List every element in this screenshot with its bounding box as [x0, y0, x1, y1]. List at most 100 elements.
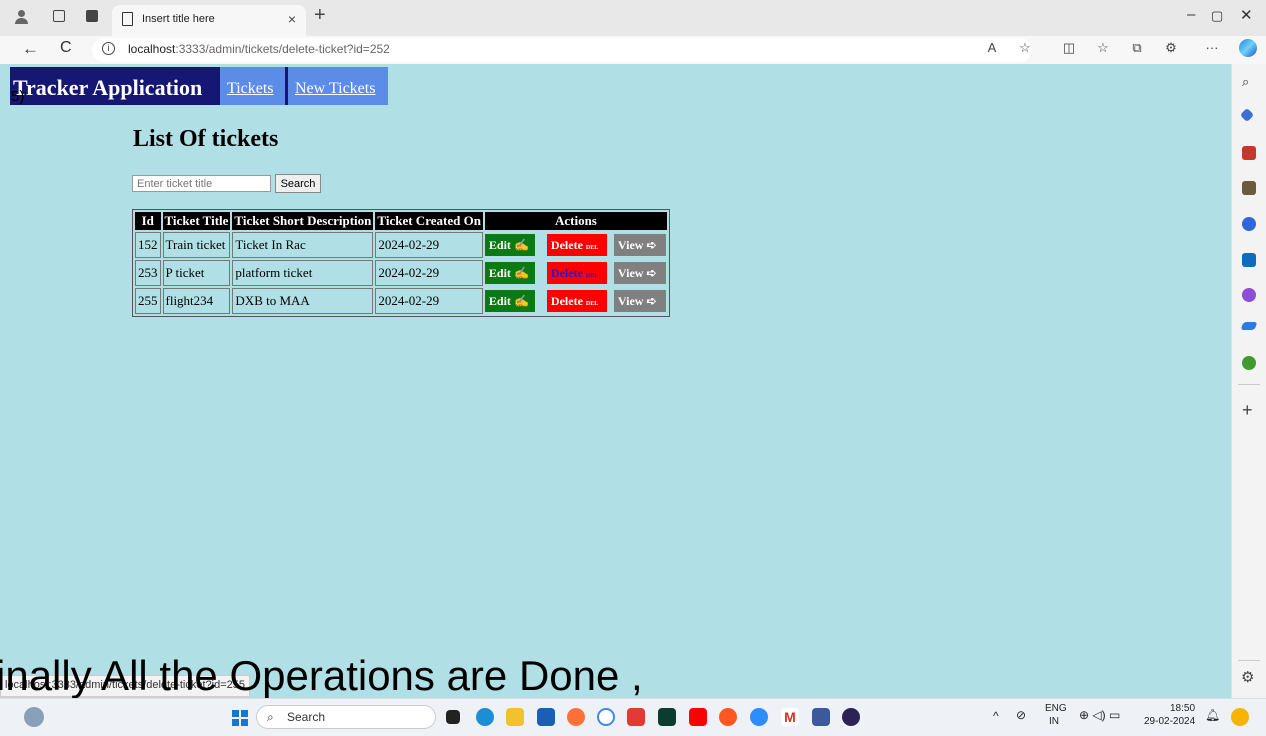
cell-actions: Edit ✍ Delete DEL View ➪ — [484, 260, 667, 286]
column-header-description: Ticket Short Description — [232, 212, 374, 230]
collections-icon[interactable]: ⧉ — [1130, 41, 1144, 55]
tab-actions-icon[interactable] — [86, 10, 98, 22]
ticket-search-input[interactable] — [132, 175, 271, 192]
address-bar[interactable]: i localhost:3333/admin/tickets/delete-ti… — [92, 38, 1032, 62]
writing-hand-icon: ✍ — [513, 238, 529, 252]
tab-title: Insert title here — [142, 13, 215, 25]
mail-icon[interactable] — [537, 708, 555, 726]
cell-id: 253 — [135, 260, 161, 286]
nav-link-new-tickets[interactable]: New Tickets — [288, 67, 388, 105]
send-icon[interactable] — [1240, 322, 1258, 330]
sidebar-settings-icon[interactable]: ⚙ — [1241, 668, 1254, 686]
site-info-icon[interactable]: i — [102, 42, 115, 55]
edit-button[interactable]: Edit ✍ — [484, 290, 535, 312]
network-sound-battery-icons[interactable]: ⊕ ◁) ▭ — [1079, 708, 1120, 722]
gmail-icon[interactable]: M — [781, 708, 799, 726]
view-button[interactable]: View ➪ — [613, 290, 666, 312]
arrow-right-icon: ➪ — [646, 238, 657, 252]
more-icon[interactable]: ··· — [1205, 41, 1219, 55]
weather-icon[interactable] — [24, 707, 44, 727]
del-tag: DEL — [585, 245, 599, 251]
vpn-icon[interactable] — [627, 708, 645, 726]
copilot-icon[interactable] — [1239, 39, 1257, 57]
tray-overflow-chevron[interactable]: ^ — [993, 709, 999, 723]
cell-created: 2024-02-29 — [375, 260, 483, 286]
tickets-table: Id Ticket Title Ticket Short Description… — [132, 209, 670, 317]
brand-overlay-text: 5) — [11, 88, 25, 105]
language-top[interactable]: ENG — [1045, 703, 1067, 714]
favorites-icon[interactable]: ☆ — [1096, 41, 1110, 55]
new-tab-button[interactable]: + — [314, 4, 326, 27]
tab-close-button[interactable]: × — [288, 11, 296, 27]
edge-icon[interactable] — [476, 708, 494, 726]
search-button[interactable]: Search — [275, 174, 321, 193]
arrow-right-icon: ➪ — [646, 294, 657, 308]
task-view-icon[interactable] — [446, 710, 460, 724]
cell-title: Train ticket — [162, 232, 231, 258]
page-viewport: Tracker Application 5) Tickets New Ticke… — [0, 64, 1231, 698]
sidebar-divider — [1238, 384, 1260, 385]
delete-button[interactable]: Delete DEL — [546, 290, 607, 312]
edit-button[interactable]: Edit ✍ — [484, 262, 535, 284]
column-header-created: Ticket Created On — [375, 212, 483, 230]
eclipse-icon[interactable] — [842, 708, 860, 726]
workspaces-icon[interactable] — [53, 10, 65, 22]
del-tag: DEL — [585, 301, 599, 307]
copilot-taskbar-icon[interactable] — [1231, 708, 1249, 726]
outlook-icon[interactable] — [1242, 253, 1256, 267]
minimize-button[interactable]: – — [1187, 6, 1195, 23]
hackerrank-icon[interactable] — [658, 708, 676, 726]
browser-tab-strip: Insert title here × + – ▢ ✕ — [0, 0, 1266, 36]
extensions-icon[interactable]: ⚙ — [1164, 41, 1178, 55]
cell-actions: Edit ✍ Delete DEL View ➪ — [484, 288, 667, 314]
read-aloud-icon[interactable]: A — [985, 41, 999, 55]
browser-tab[interactable]: Insert title here × — [112, 5, 306, 36]
zoom-icon[interactable] — [750, 708, 768, 726]
clock-time[interactable]: 18:50 — [1170, 703, 1195, 714]
view-button[interactable]: View ➪ — [613, 262, 666, 284]
office-icon[interactable] — [1242, 217, 1256, 231]
favorite-star-icon[interactable]: ☆ — [1018, 41, 1032, 55]
taskbar-search[interactable]: ⌕ Search — [256, 705, 436, 729]
writing-hand-icon: ✍ — [513, 266, 529, 280]
nav-link-tickets[interactable]: Tickets — [220, 67, 285, 105]
table-row: 152 Train ticket Ticket In Rac 2024-02-2… — [135, 232, 667, 258]
search-icon[interactable]: ⌕ — [1242, 74, 1256, 89]
maximize-button[interactable]: ▢ — [1211, 8, 1223, 24]
cell-title: P ticket — [162, 260, 231, 286]
games-icon[interactable] — [1242, 181, 1256, 195]
url-text: localhost:3333/admin/tickets/delete-tick… — [128, 42, 390, 56]
edit-button[interactable]: Edit ✍ — [484, 234, 535, 256]
notification-bell-icon[interactable]: 🔔︎ — [1205, 708, 1220, 722]
close-window-button[interactable]: ✕ — [1240, 6, 1253, 24]
file-explorer-icon[interactable] — [506, 708, 524, 726]
cell-description: Ticket In Rac — [232, 232, 374, 258]
youtube-icon[interactable] — [689, 708, 707, 726]
table-row: 255 flight234 DXB to MAA 2024-02-29 Edit… — [135, 288, 667, 314]
photos-icon[interactable] — [812, 708, 830, 726]
column-header-title: Ticket Title — [162, 212, 231, 230]
tree-icon[interactable] — [1242, 356, 1256, 370]
firefox-icon[interactable] — [567, 708, 585, 726]
add-sidebar-app-icon[interactable]: + — [1242, 400, 1253, 421]
network-off-icon[interactable]: ⊘ — [1016, 708, 1026, 722]
cell-description: platform ticket — [232, 260, 374, 286]
page-icon — [122, 12, 133, 26]
profile-icon[interactable] — [14, 10, 28, 24]
view-button[interactable]: View ➪ — [613, 234, 666, 256]
chrome-app-icon[interactable] — [719, 708, 737, 726]
tools-icon[interactable] — [1242, 146, 1256, 160]
page-heading: List Of tickets — [133, 126, 279, 152]
back-button[interactable]: ← — [22, 39, 39, 59]
delete-button[interactable]: Delete DEL — [546, 234, 607, 256]
reload-button[interactable]: C — [60, 39, 72, 57]
start-button[interactable] — [232, 710, 248, 726]
brand-title[interactable]: Tracker Application — [13, 75, 202, 101]
delete-button[interactable]: Delete DEL — [546, 262, 607, 284]
arrow-right-icon: ➪ — [646, 266, 657, 280]
google-icon[interactable] — [597, 708, 615, 726]
shopping-tag-icon[interactable] — [1239, 107, 1255, 123]
split-screen-icon[interactable]: ◫ — [1062, 41, 1076, 55]
designer-icon[interactable] — [1242, 288, 1256, 302]
cell-description: DXB to MAA — [232, 288, 374, 314]
